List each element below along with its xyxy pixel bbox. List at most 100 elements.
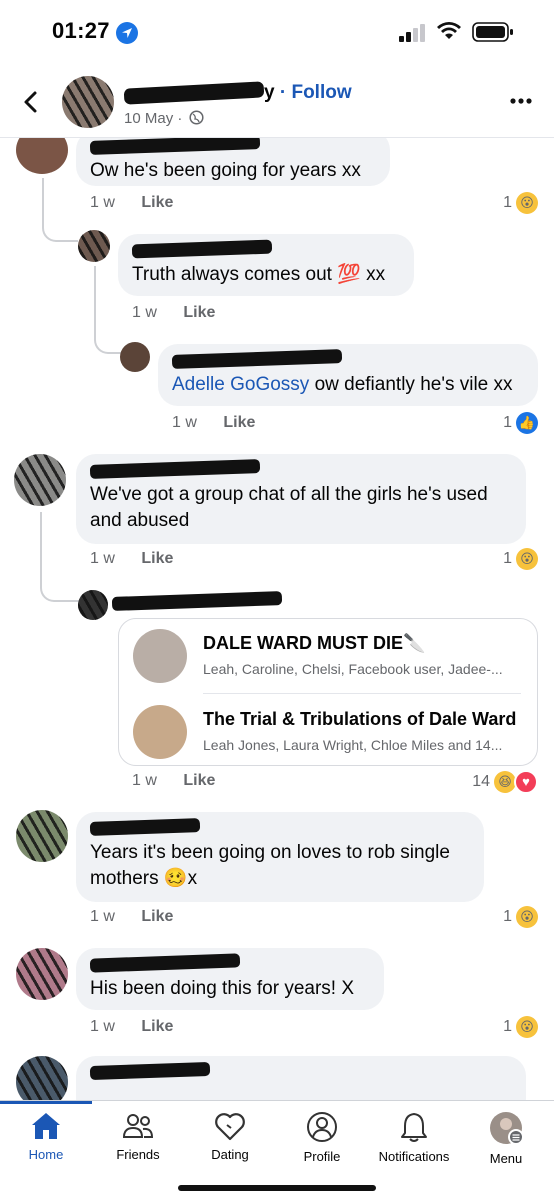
tab-label: Friends: [116, 1147, 160, 1162]
like-button[interactable]: Like: [141, 194, 173, 211]
commenter-avatar[interactable]: [16, 138, 68, 174]
dating-icon: [215, 1113, 245, 1141]
reaction-summary[interactable]: 1 😮: [503, 548, 538, 570]
comment-bubble[interactable]: His been doing this for years! X: [76, 948, 384, 1010]
like-button[interactable]: Like: [223, 414, 255, 431]
reaction-summary[interactable]: 14 😆 ♥: [472, 770, 538, 794]
redacted-author: [89, 953, 241, 973]
post-header: y · Follow 10 May ·: [0, 66, 554, 138]
menu-avatar-icon: [490, 1112, 524, 1145]
comment-meta: 1 w Like: [172, 414, 255, 432]
redacted-author: [89, 1061, 211, 1081]
commenter-avatar[interactable]: [14, 454, 66, 506]
comment-time: 1 w: [172, 414, 197, 431]
post-date: 10 May ·: [124, 110, 204, 127]
love-reaction-icon: ♥: [514, 770, 538, 794]
comment-time: 1 w: [132, 304, 157, 321]
tab-notifications[interactable]: Notifications: [368, 1111, 460, 1171]
wow-reaction-icon: 😮: [516, 1016, 538, 1038]
commenter-avatar[interactable]: [16, 810, 68, 862]
divider: [203, 693, 521, 694]
commenter-avatar[interactable]: [78, 230, 110, 262]
haha-reaction-icon: 😆: [494, 771, 516, 793]
reaction-summary[interactable]: 1 👍: [503, 412, 538, 434]
comment-text: Ow he's been going for years xx: [90, 160, 361, 181]
location-arrow-icon: [116, 22, 138, 44]
status-bar: 01:27: [0, 0, 554, 64]
mention-link[interactable]: Adelle GoGossy: [172, 374, 309, 395]
tab-menu[interactable]: Menu: [460, 1111, 552, 1171]
group-chat-item[interactable]: DALE WARD MUST DIE🔪 Leah, Caroline, Chel…: [133, 627, 528, 685]
redacted-author: [111, 591, 283, 611]
cellular-signal-icon: [399, 24, 425, 42]
thread-line: [42, 178, 78, 242]
commenter-avatar[interactable]: [16, 948, 68, 1000]
comment-meta: 1 w Like: [132, 304, 215, 322]
commenter-avatar[interactable]: [120, 342, 150, 372]
tab-profile[interactable]: Profile: [276, 1111, 368, 1171]
reaction-count: 1: [503, 194, 512, 211]
comment-bubble[interactable]: We've got a group chat of all the girls …: [76, 454, 526, 544]
tab-label: Notifications: [378, 1149, 450, 1164]
tab-friends[interactable]: Friends: [92, 1111, 184, 1171]
poster-name[interactable]: y · Follow: [123, 81, 352, 105]
redacted-author: [89, 138, 261, 155]
comment-time: 1 w: [90, 550, 115, 567]
wow-reaction-icon: 😮: [516, 192, 538, 214]
like-button[interactable]: Like: [141, 550, 173, 567]
like-button[interactable]: Like: [183, 304, 215, 321]
like-reaction-icon: 👍: [516, 412, 538, 434]
more-options-icon[interactable]: [510, 98, 532, 104]
commenter-avatar[interactable]: [78, 590, 108, 620]
group-chat-members: Leah, Caroline, Chelsi, Facebook user, J…: [203, 661, 503, 677]
group-chat-avatar: [133, 705, 187, 759]
tab-label: Profile: [303, 1149, 341, 1164]
friends-icon: [122, 1114, 154, 1138]
reaction-summary[interactable]: 1 😮: [503, 906, 538, 928]
reaction-summary[interactable]: 1 😮: [503, 1016, 538, 1038]
comment-bubble[interactable]: Adelle GoGossy ow defiantly he's vile xx: [158, 344, 538, 406]
like-button[interactable]: Like: [183, 772, 215, 789]
group-chat-title: The Trial & Tribulations of Dale Ward: [203, 709, 517, 729]
comment-bubble[interactable]: Years it's been going on loves to rob si…: [76, 812, 484, 902]
wow-reaction-icon: 😮: [516, 548, 538, 570]
reaction-summary[interactable]: 1 😮: [503, 192, 538, 214]
comment-time: 1 w: [90, 194, 115, 211]
reaction-count: 1: [503, 550, 512, 567]
comment-text: We've got a group chat of all the girls …: [90, 484, 488, 531]
comment-time: 1 w: [90, 1018, 115, 1035]
battery-icon: [472, 22, 513, 42]
comment-meta: 1 w Like: [90, 194, 173, 212]
tab-dating[interactable]: Dating: [184, 1111, 276, 1171]
comment-text: His been doing this for years! X: [90, 978, 355, 999]
redacted-name: [123, 81, 265, 105]
home-icon: [32, 1113, 60, 1139]
commenter-avatar[interactable]: [16, 1056, 68, 1100]
poster-avatar[interactable]: [62, 76, 114, 128]
comment-bubble[interactable]: [76, 1056, 526, 1100]
reaction-count: 1: [503, 908, 512, 925]
bell-icon: [401, 1113, 427, 1142]
wow-reaction-icon: 😮: [516, 906, 538, 928]
thread-line: [40, 512, 80, 602]
follow-link[interactable]: · Follow: [280, 82, 352, 103]
back-chevron-icon[interactable]: [20, 90, 42, 114]
wifi-icon: [437, 22, 461, 39]
comment-meta: 1 w Like: [132, 772, 215, 790]
group-chat-avatar: [133, 629, 187, 683]
comment-meta: 1 w Like: [90, 1018, 173, 1036]
comments-feed[interactable]: Ow he's been going for years xx 1 w Like…: [0, 138, 554, 1100]
group-chat-item[interactable]: The Trial & Tribulations of Dale Ward Le…: [133, 703, 528, 761]
tab-home[interactable]: Home: [0, 1111, 92, 1171]
comment-text: Adelle GoGossy ow defiantly he's vile xx: [172, 374, 513, 395]
comment-meta: 1 w Like: [90, 908, 173, 926]
like-button[interactable]: Like: [141, 1018, 173, 1035]
comment-bubble[interactable]: Ow he's been going for years xx: [76, 138, 390, 186]
reaction-count: 1: [503, 1018, 512, 1035]
like-button[interactable]: Like: [141, 908, 173, 925]
redacted-author: [171, 349, 343, 369]
tab-label: Menu: [489, 1151, 523, 1166]
reaction-count: 14: [472, 773, 490, 790]
comment-time: 1 w: [132, 772, 157, 789]
comment-bubble[interactable]: Truth always comes out 💯 xx: [118, 234, 414, 296]
